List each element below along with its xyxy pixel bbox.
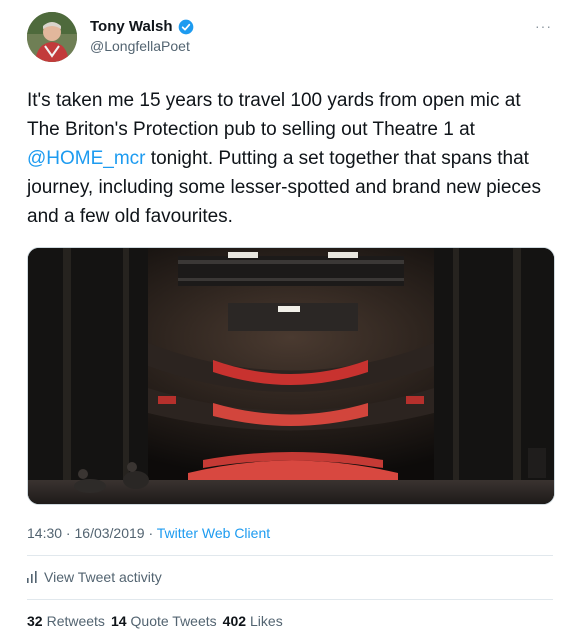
likes-count: 402 <box>222 613 247 629</box>
tweet-time[interactable]: 14:30 <box>27 525 62 541</box>
tweet-text: It's taken me 15 years to travel 100 yar… <box>27 86 547 231</box>
author-avatar[interactable] <box>27 12 77 62</box>
more-options-icon[interactable]: ··· <box>535 18 552 34</box>
author-handle[interactable]: @LongfellaPoet <box>90 38 194 54</box>
retweets-stat[interactable]: 32 Retweets <box>27 613 105 629</box>
author-names: Tony Walsh @LongfellaPoet <box>90 18 194 54</box>
view-tweet-activity-link[interactable]: View Tweet activity <box>27 569 162 585</box>
verified-badge-icon <box>178 19 193 34</box>
tweet-client-link[interactable]: Twitter Web Client <box>157 525 270 541</box>
tweet-date[interactable]: 16/03/2019 <box>75 525 145 541</box>
retweets-label: Retweets <box>46 613 105 629</box>
bar-chart-icon <box>27 571 37 583</box>
likes-stat[interactable]: 402 Likes <box>223 613 283 629</box>
tweet-photo[interactable] <box>27 247 555 505</box>
quote-tweets-stat[interactable]: 14 Quote Tweets <box>111 613 217 629</box>
name-row: Tony Walsh <box>90 18 194 35</box>
divider <box>27 599 553 600</box>
tweet-meta: 14:30 · 16/03/2019 · Twitter Web Client <box>27 525 270 541</box>
quote-tweets-count: 14 <box>110 613 127 629</box>
author-display-name[interactable]: Tony Walsh <box>90 18 173 35</box>
theatre-auditorium-photo <box>28 248 554 504</box>
avatar-photo-icon <box>27 12 77 62</box>
tweet-text-part1: It's taken me 15 years to travel 100 yar… <box>27 90 521 140</box>
retweets-count: 32 <box>27 613 43 629</box>
meta-separator: · <box>144 525 157 541</box>
tweet-header: Tony Walsh @LongfellaPoet ··· <box>0 0 588 72</box>
tweet-stats: 32 Retweets 14 Quote Tweets 402 Likes <box>27 613 283 629</box>
divider <box>27 555 553 556</box>
view-tweet-activity-label: View Tweet activity <box>44 569 162 585</box>
quote-tweets-label: Quote Tweets <box>130 613 217 629</box>
likes-label: Likes <box>250 613 283 629</box>
mention-link[interactable]: @HOME_mcr <box>27 148 146 169</box>
meta-separator: · <box>62 525 75 541</box>
